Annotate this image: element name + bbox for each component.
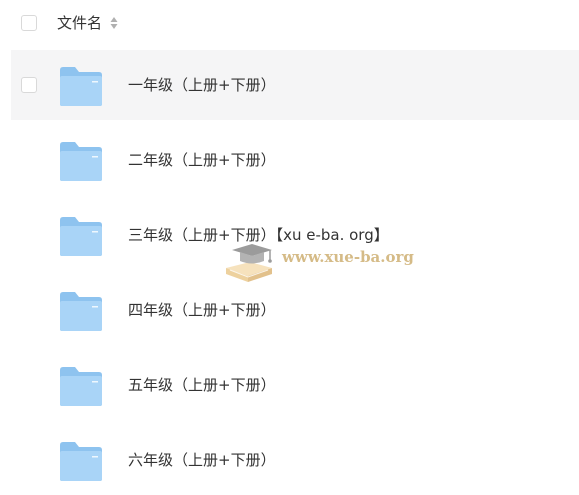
folder-icon bbox=[60, 217, 102, 256]
file-row[interactable]: 六年级（上册+下册） bbox=[11, 425, 579, 495]
file-name[interactable]: 二年级（上册+下册） bbox=[128, 149, 276, 171]
file-name[interactable]: 五年级（上册+下册） bbox=[128, 374, 276, 396]
file-list-header: 文件名 bbox=[0, 0, 579, 48]
folder-icon bbox=[60, 442, 102, 481]
file-row[interactable]: 一年级（上册+下册） bbox=[11, 50, 579, 120]
file-row[interactable]: 五年级（上册+下册） bbox=[11, 350, 579, 420]
watermark: www.xue-ba.org bbox=[220, 234, 415, 290]
select-all-checkbox[interactable] bbox=[21, 15, 37, 31]
sort-icon[interactable] bbox=[110, 16, 118, 30]
file-name[interactable]: 一年级（上册+下册） bbox=[128, 74, 276, 96]
filename-column-header[interactable]: 文件名 bbox=[57, 13, 102, 33]
file-name[interactable]: 四年级（上册+下册） bbox=[128, 299, 276, 321]
folder-icon bbox=[60, 367, 102, 406]
file-row[interactable]: 二年级（上册+下册） bbox=[11, 125, 579, 195]
watermark-text: www.xue-ba.org bbox=[282, 248, 414, 266]
folder-icon bbox=[60, 67, 102, 106]
folder-icon bbox=[60, 142, 102, 181]
row-checkbox[interactable] bbox=[21, 77, 37, 93]
folder-icon bbox=[60, 292, 102, 331]
graduation-cap-book-icon bbox=[226, 244, 272, 282]
file-name[interactable]: 六年级（上册+下册） bbox=[128, 449, 276, 471]
